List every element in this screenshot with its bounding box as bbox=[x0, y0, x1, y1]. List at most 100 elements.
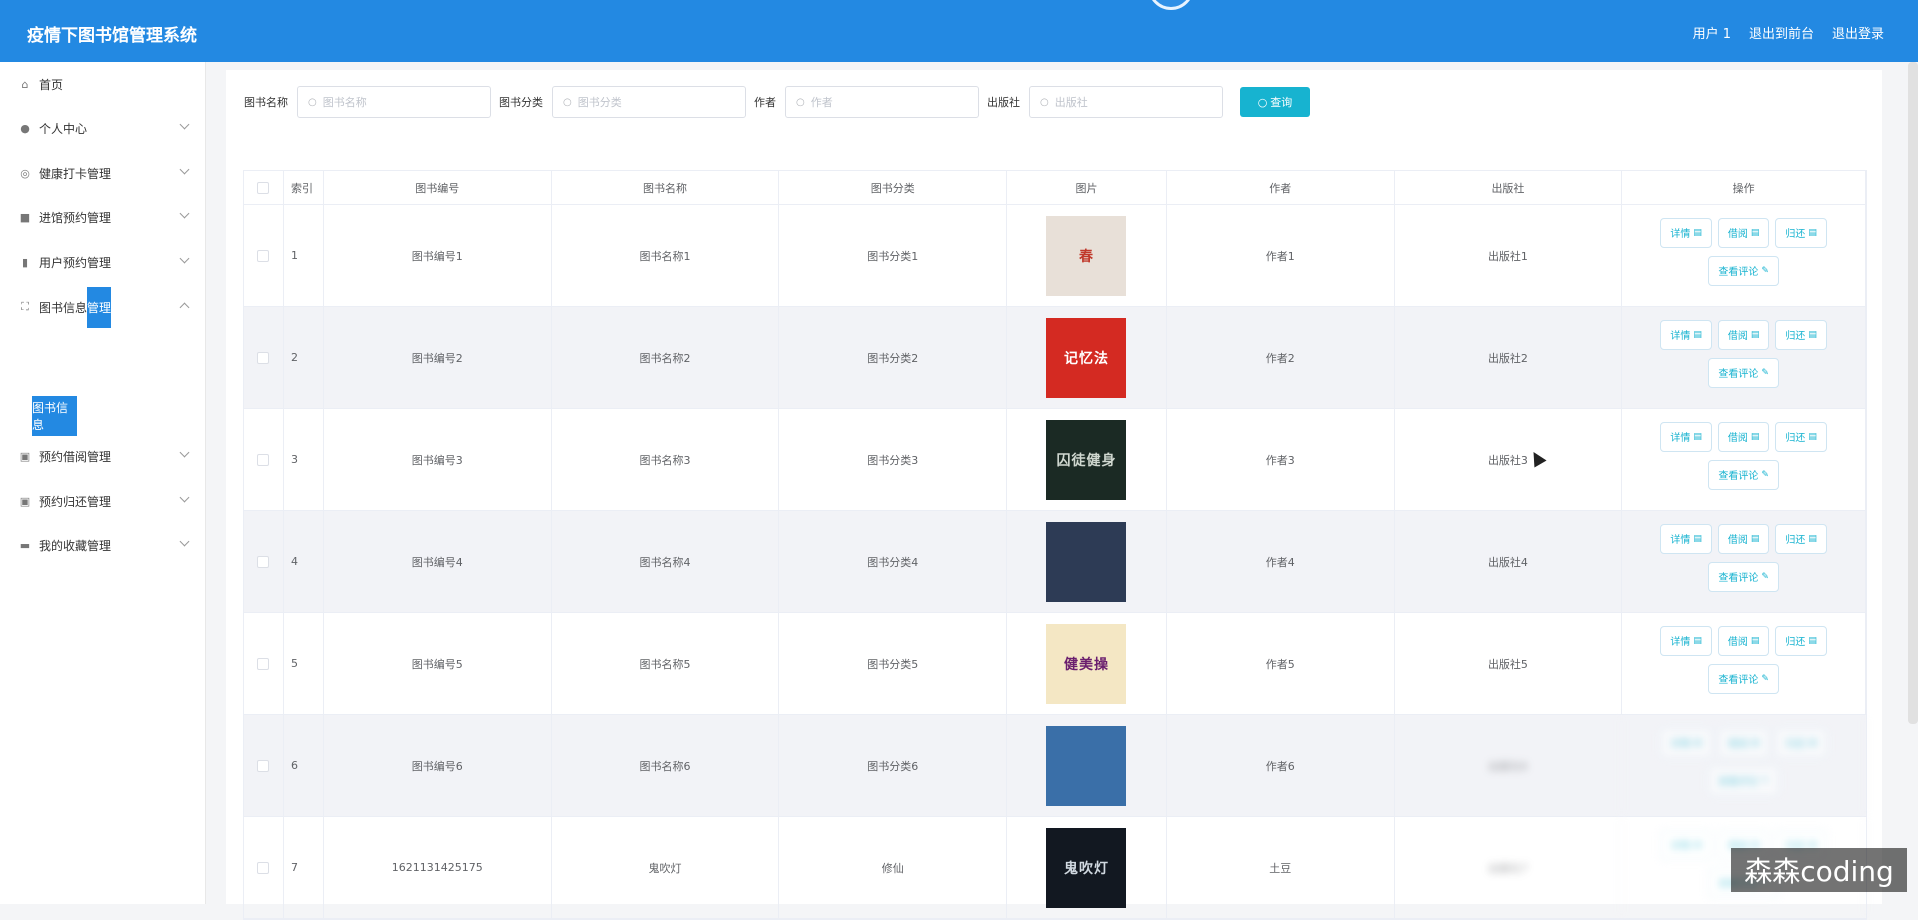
author-field[interactable]: ○ bbox=[785, 86, 979, 118]
publisher-cell: 出版社1 bbox=[1395, 205, 1623, 306]
book-name-cell: 图书名称5 bbox=[552, 613, 780, 714]
sidebar-item-borrow[interactable]: ▣ 预约借阅管理 bbox=[0, 434, 206, 478]
view-comments-button[interactable]: 查看评论✎ bbox=[1708, 561, 1779, 592]
column-header: 图书名称 bbox=[552, 171, 780, 204]
detail-button[interactable]: 详情 ▤ bbox=[1660, 523, 1712, 554]
sidebar-subitem-book-info[interactable]: 图书信息 bbox=[32, 396, 77, 436]
ops-cell: 详情▤ 借阅▤ 归还▤ 查看评论✎ bbox=[1622, 715, 1866, 816]
author-input[interactable] bbox=[810, 95, 961, 109]
select-all-checkbox[interactable] bbox=[257, 181, 270, 194]
return-button[interactable]: 归还 ▤ bbox=[1775, 625, 1827, 656]
search-icon: ○ bbox=[1040, 96, 1049, 108]
detail-button[interactable]: 详情 ▤ bbox=[1660, 217, 1712, 248]
publisher-input[interactable] bbox=[1054, 95, 1205, 109]
borrow-button[interactable]: 借阅 ▤ bbox=[1717, 727, 1770, 758]
view-comments-button[interactable]: 查看评论✎ bbox=[1708, 357, 1779, 388]
view-comments-button[interactable]: 查看评论✎ bbox=[1708, 255, 1779, 286]
sidebar-item-books[interactable]: ⛶ 图书信息 管理 bbox=[0, 285, 206, 329]
sidebar-item-label-highlight: 管理 bbox=[87, 286, 112, 328]
return-button[interactable]: 归还 ▤ bbox=[1775, 421, 1827, 452]
monitor-icon: ▬ bbox=[19, 538, 31, 552]
category-input[interactable] bbox=[577, 95, 728, 109]
book-name-input[interactable] bbox=[322, 95, 473, 109]
borrow-button[interactable]: 借阅 ▤ bbox=[1717, 625, 1770, 656]
borrow-button[interactable]: 借阅 ▤ bbox=[1717, 421, 1770, 452]
book-cover-image: 鬼吹灯 bbox=[1046, 827, 1127, 908]
book-category-cell: 图书分类2 bbox=[779, 307, 1008, 408]
user-link[interactable]: 用户 1 bbox=[1693, 23, 1731, 42]
table-header: 索引 图书编号 图书名称 图书分类 图片 作者 出版社 操作 bbox=[244, 171, 1866, 205]
table-row: 3 图书编号3 图书名称3 图书分类3 囚徒健身 作者3 出版社3 详情 ▤ 借阅… bbox=[244, 409, 1866, 511]
view-comments-button[interactable]: 查看评论✎ bbox=[1708, 765, 1779, 796]
app-title: 疫情下图书馆管理系统 bbox=[27, 26, 197, 46]
sidebar-item-entry[interactable]: ■ 进馆预约管理 bbox=[0, 195, 206, 239]
index-cell: 1 bbox=[284, 205, 324, 306]
sidebar-item-favorites[interactable]: ▬ 我的收藏管理 bbox=[0, 523, 206, 567]
publisher-field[interactable]: ○ bbox=[1029, 86, 1223, 118]
search-icon: ○ bbox=[563, 96, 572, 108]
doc-icon: ▤ bbox=[1808, 737, 1817, 748]
watermark: 森森coding bbox=[1731, 848, 1907, 892]
cover-title: 健美操 bbox=[1063, 656, 1109, 673]
return-button[interactable]: 归还 ▤ bbox=[1775, 727, 1827, 758]
sidebar-item-health[interactable]: ◎ 健康打卡管理 bbox=[0, 151, 206, 195]
row-checkbox-cell bbox=[244, 613, 284, 714]
doc-icon: ▤ bbox=[1693, 839, 1702, 850]
detail-label: 详情 bbox=[1670, 331, 1691, 342]
main-content: 图书名称 ○ 图书分类 ○ 作者 ○ 出版社 ○ ○ 查询 索引 图书编号 bbox=[226, 70, 1882, 920]
detail-button[interactable]: 详情 ▤ bbox=[1660, 625, 1712, 656]
row-checkbox[interactable] bbox=[257, 453, 270, 466]
bar-chart-icon: ▮ bbox=[21, 255, 29, 269]
scrollbar[interactable] bbox=[1908, 62, 1918, 724]
cover-cell bbox=[1007, 715, 1167, 816]
user-icon: ● bbox=[20, 121, 30, 135]
logout-link[interactable]: 退出登录 bbox=[1832, 23, 1884, 42]
chevron-down-icon bbox=[179, 164, 190, 175]
go-frontend-link[interactable]: 退出到前台 bbox=[1749, 23, 1814, 42]
return-button[interactable]: 归还 ▤ bbox=[1775, 523, 1827, 554]
row-checkbox[interactable] bbox=[257, 249, 270, 262]
row-checkbox[interactable] bbox=[257, 351, 270, 364]
book-name-field[interactable]: ○ bbox=[297, 86, 491, 118]
borrow-button[interactable]: 借阅 ▤ bbox=[1717, 217, 1770, 248]
borrow-button[interactable]: 借阅 ▤ bbox=[1717, 319, 1770, 350]
return-button[interactable]: 归还 ▤ bbox=[1775, 319, 1827, 350]
detail-button[interactable]: 详情 ▤ bbox=[1660, 421, 1712, 452]
book-name-cell: 图书名称4 bbox=[552, 511, 780, 612]
clipboard-icon: ▣ bbox=[19, 494, 31, 508]
detail-button[interactable]: 详情 ▤ bbox=[1660, 829, 1712, 860]
view-comments-button[interactable]: 查看评论✎ bbox=[1708, 663, 1779, 694]
row-checkbox[interactable] bbox=[257, 759, 270, 772]
borrow-button[interactable]: 借阅 ▤ bbox=[1717, 523, 1770, 554]
search-label-author: 作者 bbox=[754, 96, 776, 109]
detail-button[interactable]: 详情 ▤ bbox=[1660, 727, 1712, 758]
row-checkbox[interactable] bbox=[257, 861, 270, 874]
row-checkbox-cell bbox=[244, 409, 284, 510]
chevron-down-icon bbox=[179, 119, 190, 130]
publisher-cell: 出版社4 bbox=[1395, 511, 1623, 612]
view-comments-button[interactable]: 查看评论✎ bbox=[1708, 459, 1779, 490]
author-cell: 作者2 bbox=[1167, 307, 1395, 408]
row-checkbox[interactable] bbox=[257, 555, 270, 568]
cover-cell: 健美操 bbox=[1007, 613, 1167, 714]
sidebar-item-reservations[interactable]: ▮ 用户预约管理 bbox=[0, 240, 206, 284]
doc-icon: ▤ bbox=[1750, 635, 1760, 646]
search-icon: ○ bbox=[796, 96, 805, 108]
column-header: 出版社 bbox=[1395, 171, 1623, 204]
book-category-cell: 图书分类5 bbox=[779, 613, 1008, 714]
return-button[interactable]: 归还 ▤ bbox=[1775, 217, 1827, 248]
sidebar-item-home[interactable]: ⌂ 首页 bbox=[0, 62, 206, 106]
sidebar-item-return[interactable]: ▣ 预约归还管理 bbox=[0, 479, 206, 523]
home-icon: ⌂ bbox=[21, 77, 29, 91]
ops-row: 详情 ▤ 借阅 ▤ 归还 ▤ bbox=[1660, 421, 1827, 460]
category-field[interactable]: ○ bbox=[552, 86, 746, 118]
sidebar-item-profile[interactable]: ● 个人中心 bbox=[0, 106, 206, 150]
view-comments-label: 查看评论 bbox=[1718, 573, 1759, 584]
detail-button[interactable]: 详情 ▤ bbox=[1660, 319, 1712, 350]
search-button[interactable]: ○ 查询 bbox=[1240, 87, 1310, 117]
return-label: 归还 bbox=[1785, 637, 1806, 648]
borrow-label: 借阅 bbox=[1727, 535, 1748, 546]
avatar[interactable] bbox=[1148, 0, 1194, 10]
index-cell: 4 bbox=[284, 511, 324, 612]
row-checkbox[interactable] bbox=[257, 657, 270, 670]
